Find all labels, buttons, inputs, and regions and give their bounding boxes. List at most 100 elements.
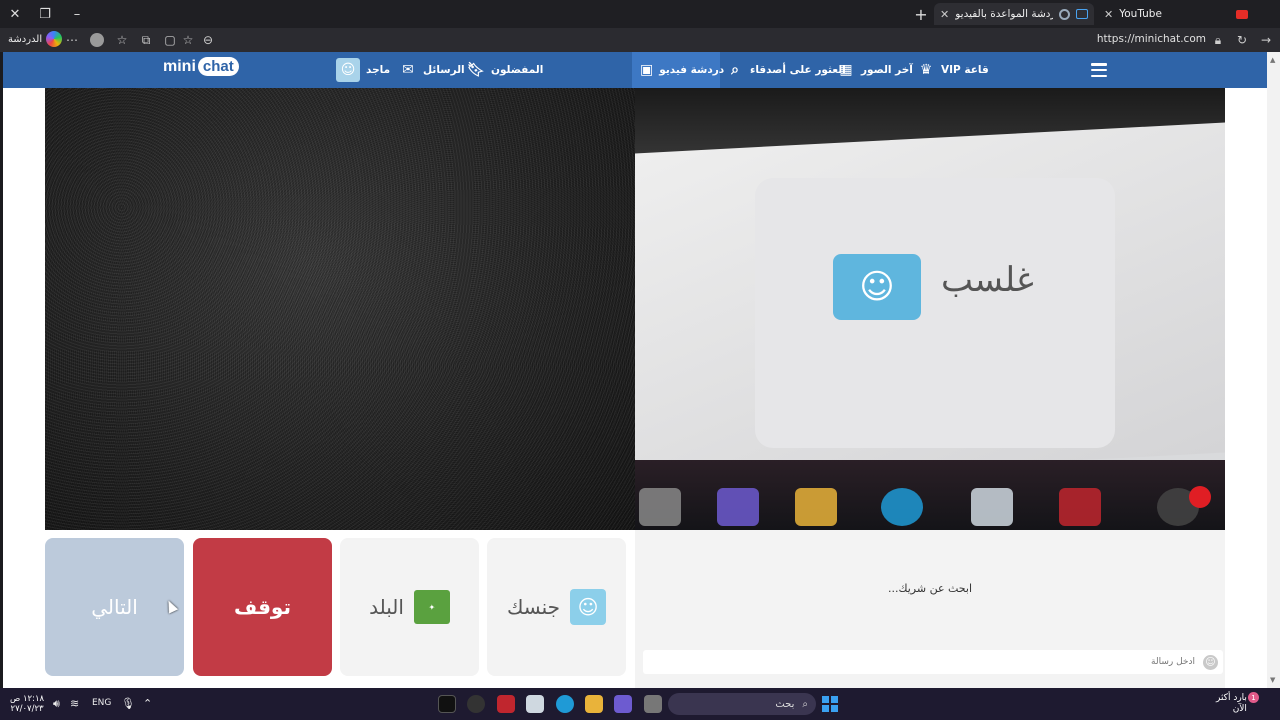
chat-favicon-icon — [1076, 9, 1089, 19]
gender-label: جنسك — [506, 595, 561, 619]
account-icon[interactable] — [89, 32, 105, 48]
next-button-label: التالي — [91, 595, 138, 619]
menu-icon[interactable] — [1091, 63, 1107, 77]
store-icon[interactable] — [526, 695, 544, 713]
window-minimize-button[interactable]: – — [66, 4, 88, 24]
local-video — [45, 88, 635, 530]
remote-app-icon — [639, 488, 681, 526]
language-indicator[interactable]: ENG — [92, 698, 111, 708]
app-icon[interactable] — [467, 695, 485, 713]
notification-badge[interactable]: 1 — [1248, 692, 1259, 703]
taskbar-search[interactable]: بحث ⌕ — [668, 693, 816, 715]
remote-app-icon — [1059, 488, 1101, 526]
stop-button-label: توقف — [234, 595, 291, 619]
copilot-icon[interactable] — [46, 31, 63, 47]
chat-bubble-icon: ▣ — [640, 62, 654, 78]
search-icon: ⌕ — [731, 62, 739, 78]
logo-chat-text: chat — [197, 57, 239, 76]
remote-store-icon — [971, 488, 1013, 526]
country-label: البلد — [369, 595, 404, 619]
remote-record-icon — [1189, 486, 1211, 508]
nav-latest-photos-label: آخر الصور — [861, 64, 913, 76]
star-icon[interactable]: ☆ — [180, 32, 196, 48]
url-text[interactable]: https://minichat.com — [1097, 33, 1206, 45]
folder-icon[interactable] — [585, 695, 603, 713]
nav-video-chat-label: دردشة فيديو — [659, 64, 725, 76]
tab-minichat[interactable]: ✕ غرف دردشة المواعدة بالفيديو ... — [934, 3, 1094, 25]
search-label: بحث — [775, 698, 795, 710]
nav-favorites[interactable]: 🔖︎ المفضلون — [467, 52, 543, 88]
nav-messages[interactable]: ✉ الرسائل — [399, 52, 465, 88]
bookmark-icon: 🔖︎ — [467, 62, 485, 78]
web-page: mini chat ☺ ماجد ✉ الرسائل 🔖︎ المفضلون ▣… — [3, 52, 1267, 688]
tracking-icon[interactable]: ⊖ — [200, 32, 216, 48]
scroll-down-icon[interactable]: ▼ — [1270, 676, 1275, 684]
stop-button[interactable]: توقف — [193, 538, 332, 676]
volume-icon[interactable]: 🔊︎ — [53, 697, 60, 711]
chevron-up-icon[interactable]: ⌃ — [143, 697, 152, 710]
wifi-icon[interactable]: ≋ — [70, 697, 79, 710]
tab-label: غرف دردشة المواعدة بالفيديو ... — [955, 8, 1054, 20]
message-input[interactable] — [643, 650, 1223, 674]
extensions-icon[interactable]: ⧉ — [138, 32, 154, 48]
split-screen-icon[interactable]: ▢ — [162, 32, 178, 48]
gender-avatar-icon: ☺ — [570, 589, 607, 625]
app-icon[interactable] — [644, 695, 662, 713]
windows-start-icon[interactable] — [822, 696, 838, 712]
user-avatar-icon: ☺ — [336, 58, 360, 82]
nav-find-friends-label: العثور على أصدقاء — [750, 64, 846, 76]
nav-video-chat[interactable]: ▣ دردشة فيديو — [632, 52, 724, 88]
close-icon[interactable]: ✕ — [1104, 8, 1113, 21]
clock-time: ١٢:١٨ ص — [10, 694, 45, 704]
window-close-button[interactable]: ✕ — [4, 4, 26, 24]
emoji-icon[interactable]: ☺ — [1203, 655, 1218, 670]
tab-label: YouTube — [1119, 8, 1162, 20]
weather-line1: بارد أكثر — [1216, 693, 1247, 703]
edge-icon[interactable] — [556, 695, 574, 713]
new-tab-button[interactable]: + — [910, 4, 932, 24]
copilot-app-icon[interactable] — [614, 695, 632, 713]
refresh-icon[interactable]: ↻ — [1234, 32, 1250, 48]
logo-mini-text: mini — [163, 57, 196, 75]
window-restore-button[interactable]: ❐ — [34, 4, 56, 24]
taskbar-clock[interactable]: ١٢:١٨ ص ٢٧/٠٧/٢٣ — [10, 694, 44, 714]
remote-video: ☺ ﻏﻠﺴﺐ — [635, 88, 1225, 530]
profile-button[interactable]: الدردشة — [8, 31, 63, 47]
saudi-flag-icon: ✦ — [413, 590, 450, 624]
youtube-favicon-icon — [1236, 9, 1248, 22]
envelope-icon: ✉ — [402, 62, 414, 78]
crown-icon: ♛ — [919, 62, 933, 78]
minichat-logo[interactable]: mini chat — [163, 57, 239, 76]
chat-status: ...ابحث عن شريك — [887, 582, 973, 595]
nav-vip[interactable]: ♛ VIP قاعة — [917, 52, 989, 88]
favorites-icon[interactable]: ☆ — [114, 32, 130, 48]
remote-video-card — [755, 178, 1115, 448]
nav-user[interactable]: ☺ ماجد — [336, 52, 390, 88]
tiktok-icon[interactable] — [438, 695, 456, 713]
close-icon[interactable]: ✕ — [940, 8, 949, 21]
nav-messages-label: الرسائل — [423, 64, 465, 76]
tab-youtube[interactable]: ✕ YouTube — [1098, 3, 1168, 25]
chat-panel: ...ابحث عن شريك ☺ — [635, 530, 1225, 688]
nav-latest-photos[interactable]: ▦ آخر الصور — [837, 52, 913, 88]
lock-icon[interactable]: 🔒︎ — [1210, 32, 1226, 48]
remote-edge-icon — [881, 488, 923, 526]
gender-selector[interactable]: جنسك ☺ — [487, 538, 626, 676]
weather-widget[interactable]: بارد أكثر الآن — [1216, 693, 1247, 715]
search-icon: ⌕ — [802, 698, 808, 710]
country-selector[interactable]: البلد ✦ — [340, 538, 479, 676]
more-icon[interactable]: ⋯ — [64, 32, 80, 48]
browser-tab-strip: ✕ ❐ – ✕ YouTube ✕ غرف دردشة المواعدة بال… — [0, 0, 1280, 28]
app-icon[interactable] — [497, 695, 515, 713]
page-scrollbar[interactable]: ▲ ▼ — [1267, 52, 1280, 688]
microphone-icon[interactable]: 🎙︎ — [121, 697, 135, 710]
scroll-up-icon[interactable]: ▲ — [1270, 56, 1275, 64]
nav-favorites-label: المفضلون — [491, 64, 544, 76]
next-button[interactable]: التالي — [45, 538, 184, 676]
nav-vip-label: VIP قاعة — [941, 64, 989, 76]
weather-line2: الآن — [1232, 704, 1247, 714]
grid-icon: ▦ — [839, 62, 853, 78]
forward-icon[interactable]: → — [1258, 32, 1274, 48]
nav-find-friends[interactable]: ⌕ العثور على أصدقاء — [726, 52, 846, 88]
remote-avatar-icon: ☺ — [833, 254, 921, 320]
